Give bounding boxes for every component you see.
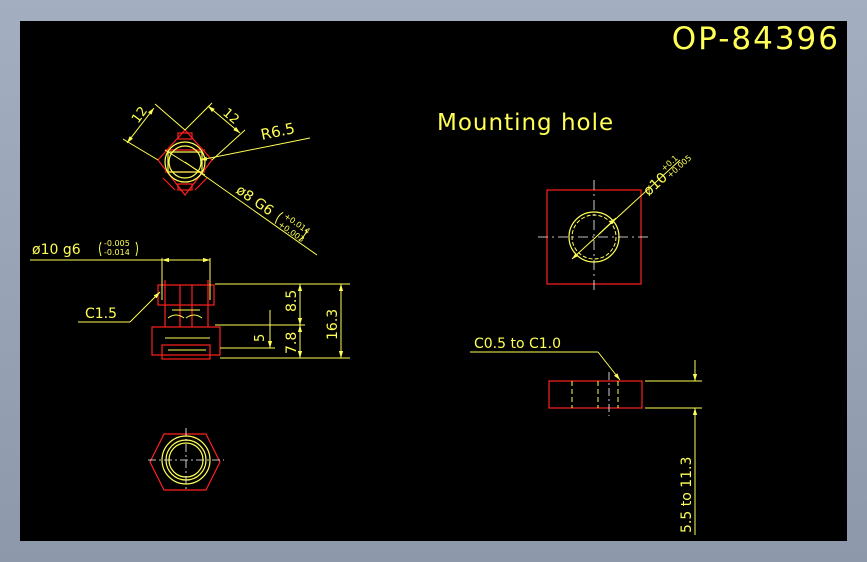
top-view: 12 12 R6.5 ø8 G6 +0.014 +0.003 xyxy=(122,102,318,256)
section-title: Mounting hole xyxy=(437,110,614,136)
cad-drawing: OP-84396 Mounting hole 12 12 R6.5 ø8 G6 … xyxy=(30,21,840,535)
side-chamfer: C1.5 xyxy=(85,306,117,322)
side-dim-inner: 5 xyxy=(253,334,268,342)
mount-chamfer-range: C0.5 to C1.0 xyxy=(474,336,561,352)
side-dim-total: 16.3 xyxy=(325,309,341,340)
side-shaft-tol-lower: -0.014 xyxy=(104,248,130,257)
side-view-features xyxy=(161,258,211,351)
top-dim-radius: R6.5 xyxy=(259,119,296,144)
mount-thickness-range: 5.5 to 11.3 xyxy=(679,457,695,533)
side-dim-upper: 8.5 xyxy=(284,290,300,312)
side-view-dimensions xyxy=(30,257,350,359)
side-shaft-symbol: ø10 g6 xyxy=(32,242,81,258)
part-number: OP-84396 xyxy=(672,21,840,57)
bottom-view xyxy=(148,428,224,492)
drawing-canvas: OP-84396 Mounting hole 12 12 R6.5 ø8 G6 … xyxy=(20,21,847,541)
top-dim-width-left: 12 xyxy=(129,104,151,126)
side-shaft-tol-upper: -0.005 xyxy=(104,239,130,248)
mounting-hole-section: C0.5 to C1.0 5.5 to 11.3 xyxy=(470,336,702,535)
side-view: ø10 g6 -0.005 -0.014 C1.5 8.5 7.8 16.3 5 xyxy=(30,239,350,360)
top-dim-width-right: 12 xyxy=(219,106,241,128)
side-dim-lower: 7.8 xyxy=(284,332,300,354)
mounting-hole-plan: ø10 +0.1 +0.005 xyxy=(538,153,693,294)
